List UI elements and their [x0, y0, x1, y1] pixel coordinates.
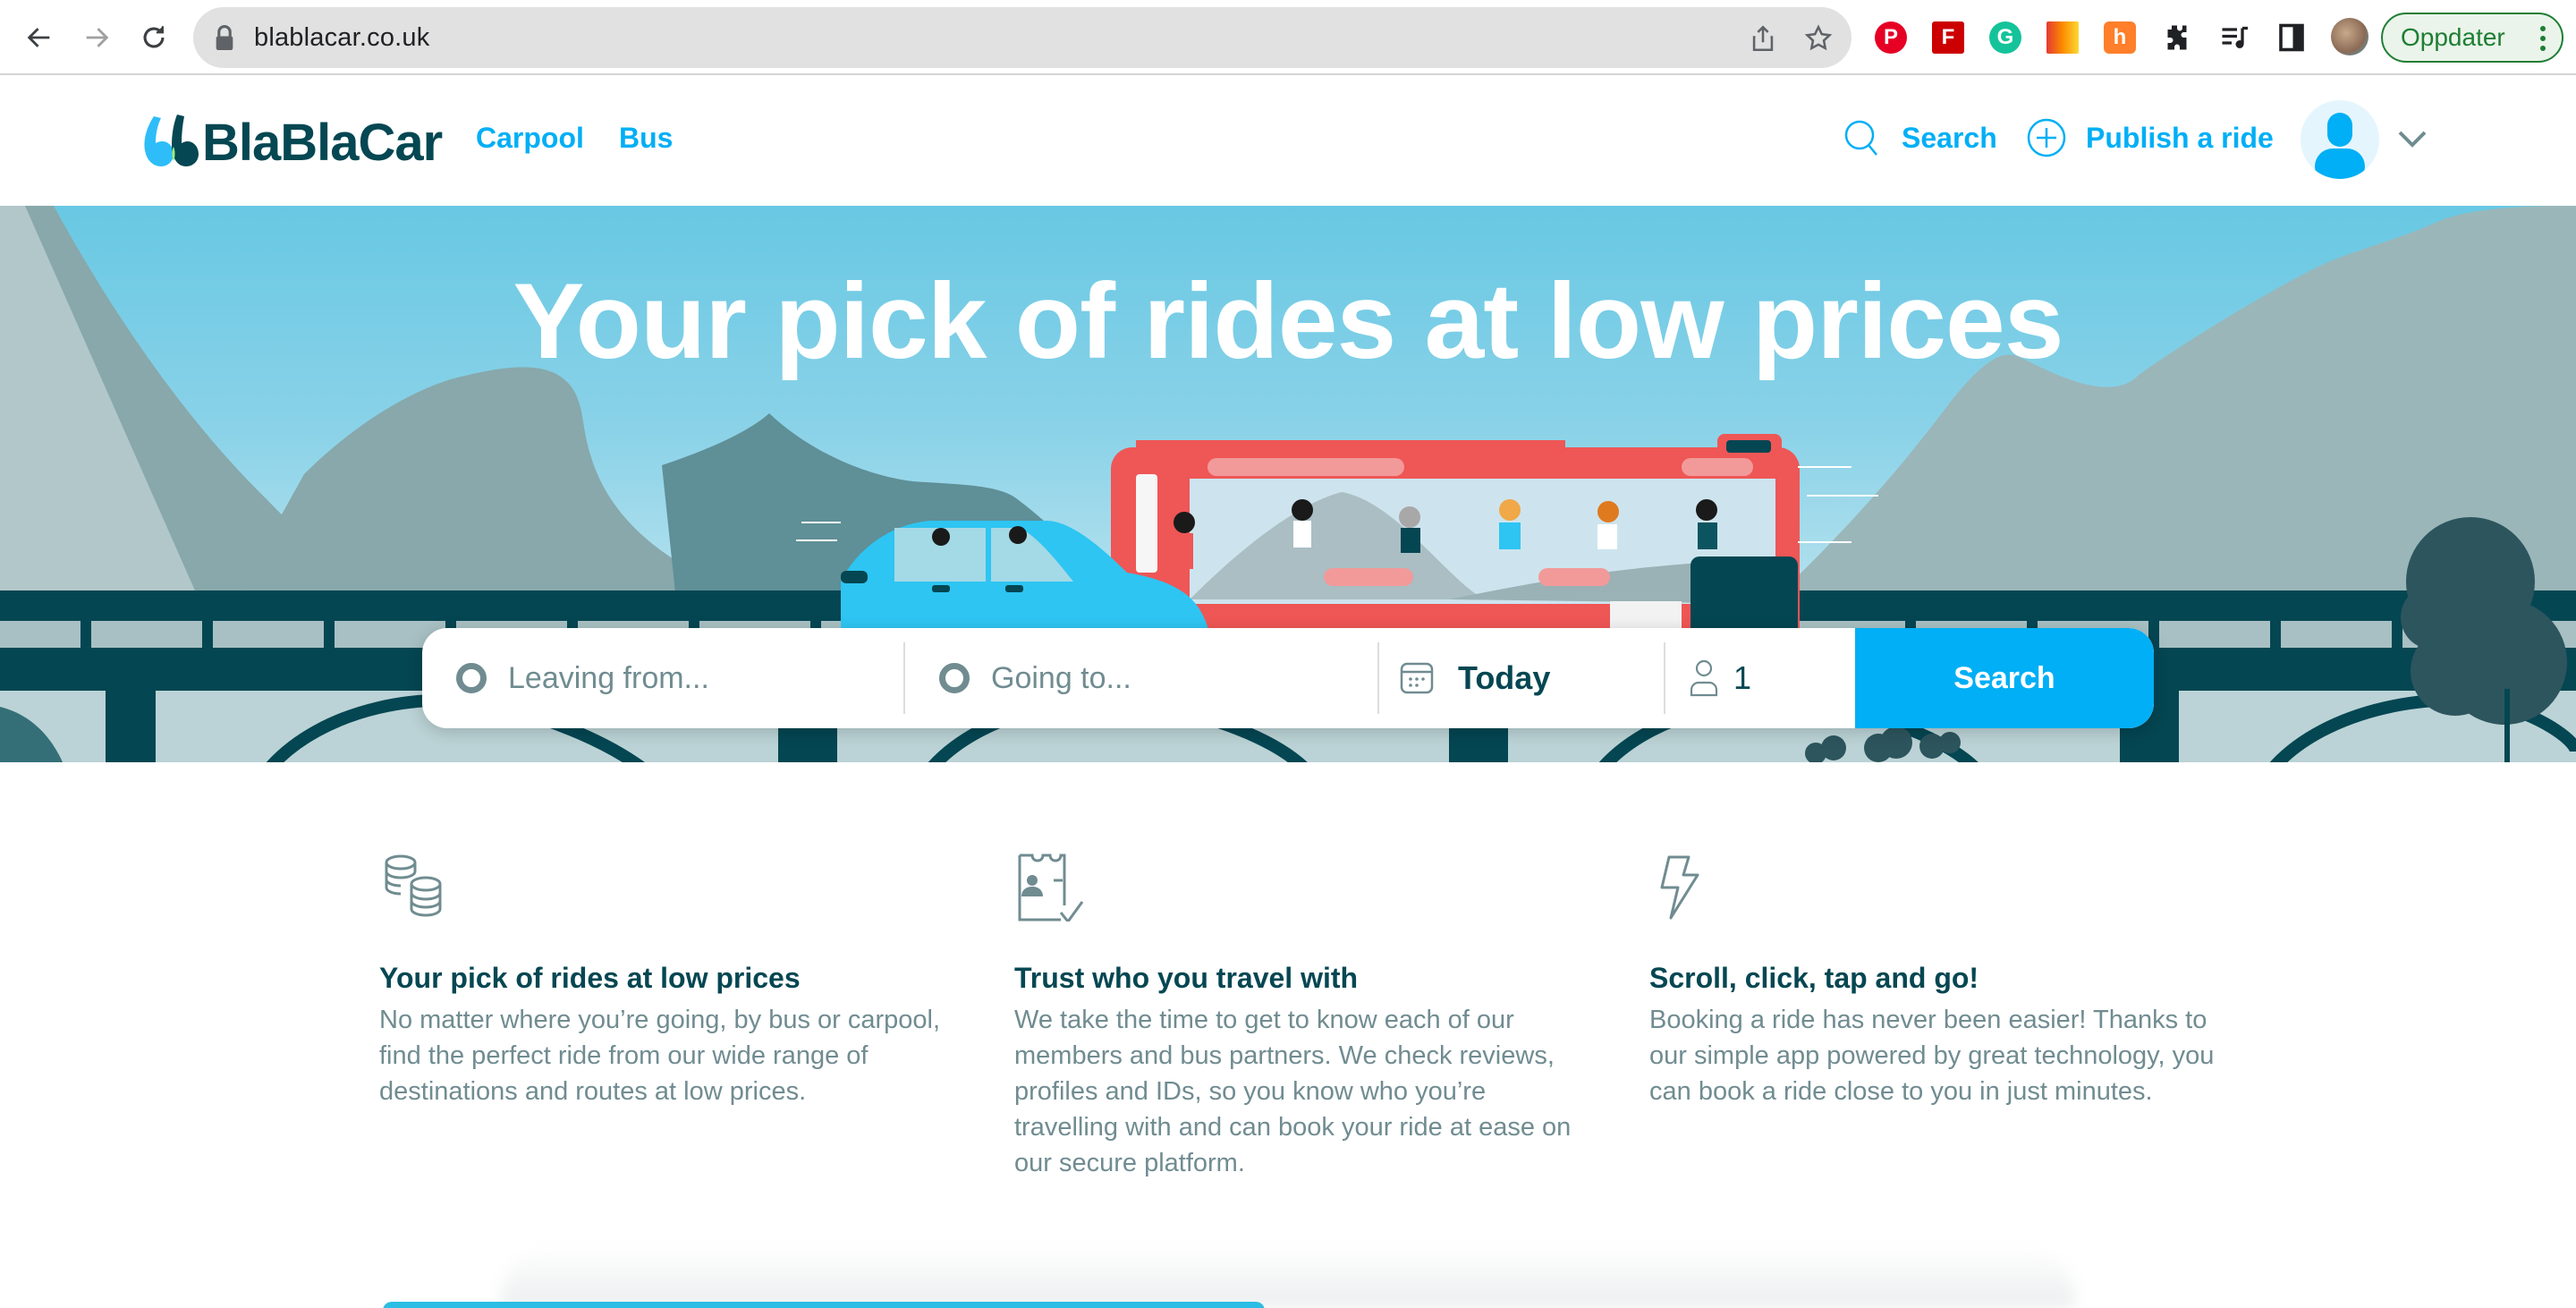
browser-toolbar: blablacar.co.uk P F G h Oppdater: [0, 0, 2576, 75]
date-field[interactable]: Today: [1379, 628, 1665, 728]
publish-ride-link[interactable]: Publish a ride: [2027, 118, 2274, 157]
avatar-head: [2327, 113, 2352, 147]
browser-profile-avatar[interactable]: [2331, 18, 2368, 55]
bridge-railing-post: [202, 621, 213, 648]
reload-icon: [143, 26, 165, 48]
header-search-label: Search: [1902, 121, 1997, 154]
leaving-from-input[interactable]: [508, 660, 866, 696]
brand-name: BlaBlaCar: [202, 113, 443, 172]
pinterest-icon[interactable]: P: [1875, 21, 1907, 54]
nav-carpool[interactable]: Carpool: [476, 122, 584, 155]
avatar-body: [2315, 149, 2365, 179]
arrow-left-icon: [27, 28, 50, 47]
date-value: Today: [1458, 659, 1551, 696]
passengers-field[interactable]: 1: [1665, 628, 1855, 728]
header-search-link[interactable]: Search: [1843, 118, 1997, 157]
bus-illustration: [1111, 434, 1878, 655]
media-queue-icon[interactable]: [2218, 21, 2250, 54]
site-header: BlaBlaCar Carpool Bus Search Publish a r…: [0, 77, 2576, 206]
chevron-down-icon[interactable]: [2397, 127, 2428, 152]
ride-search-form: Today 1 Search: [422, 628, 2154, 728]
feature-title: Trust who you travel with: [1014, 962, 1359, 994]
passengers-value: 1: [1733, 659, 1752, 696]
search-submit-button[interactable]: Search: [1855, 628, 2154, 728]
side-panel-icon[interactable]: [2275, 21, 2308, 54]
update-label: Oppdater: [2401, 23, 2505, 51]
update-button[interactable]: Oppdater: [2381, 13, 2563, 63]
person-icon: [1690, 659, 1718, 697]
reload-button[interactable]: [134, 18, 174, 57]
user-avatar[interactable]: [2301, 100, 2379, 179]
going-to-input[interactable]: [991, 660, 1349, 696]
hero-banner: Your pick of rides at low prices Today 1…: [0, 206, 2576, 762]
calendar-icon: [1400, 662, 1434, 694]
lightning-icon: [1660, 855, 1699, 920]
leaving-from-field[interactable]: [422, 628, 905, 728]
arrow-right-icon: [86, 28, 109, 47]
address-bar[interactable]: blablacar.co.uk: [193, 7, 1852, 68]
publish-ride-label: Publish a ride: [2086, 121, 2274, 154]
url-text: blablacar.co.uk: [254, 23, 430, 52]
plus-circle-icon: [2027, 118, 2066, 157]
feature-title: Scroll, click, tap and go!: [1649, 962, 1979, 994]
bridge-railing-post: [2270, 621, 2281, 648]
share-icon[interactable]: [1748, 23, 1778, 54]
verified-id-icon: [1018, 854, 1084, 924]
honey-icon[interactable]: h: [2104, 21, 2136, 54]
grammarly-icon[interactable]: G: [1989, 21, 2021, 54]
bookmark-star-icon[interactable]: [1803, 23, 1834, 54]
blablacar-logo-icon: [144, 115, 199, 166]
feature-trust: Trust who you travel with We take the ti…: [1014, 850, 1587, 1181]
next-section-tab: [383, 1302, 1265, 1308]
more-menu-icon: [2540, 26, 2546, 51]
nav-bus[interactable]: Bus: [619, 122, 673, 155]
lock-icon: [216, 25, 233, 50]
puzzle-extensions-icon[interactable]: [2161, 21, 2193, 54]
destination-circle-icon: [939, 663, 970, 693]
coins-icon: [385, 854, 442, 917]
next-section-card-shadow: [501, 1245, 2075, 1308]
bridge-railing-post: [80, 621, 91, 648]
feature-easy-booking: Scroll, click, tap and go! Booking a rid…: [1649, 850, 2222, 1109]
feature-text: We take the time to get to know each of …: [1014, 1006, 1572, 1177]
brand-logo[interactable]: BlaBlaCar: [141, 111, 443, 174]
search-icon: [1844, 120, 1877, 156]
bridge-railing-post: [2392, 621, 2402, 648]
hero-title: Your pick of rides at low prices: [513, 261, 2064, 381]
bridge-railing-post: [324, 621, 335, 648]
feature-low-prices: Your pick of rides at low prices No matt…: [379, 850, 952, 1109]
forward-button[interactable]: [77, 18, 116, 57]
feature-title: Your pick of rides at low prices: [379, 962, 801, 994]
feature-text: Booking a ride has never been easier! Th…: [1649, 1006, 2215, 1106]
back-button[interactable]: [20, 18, 59, 57]
feature-text: No matter where you’re going, by bus or …: [379, 1006, 941, 1106]
extension-m-icon[interactable]: [2046, 21, 2079, 54]
flipboard-icon[interactable]: F: [1932, 21, 1964, 54]
going-to-field[interactable]: [905, 628, 1379, 728]
origin-circle-icon: [456, 663, 487, 693]
